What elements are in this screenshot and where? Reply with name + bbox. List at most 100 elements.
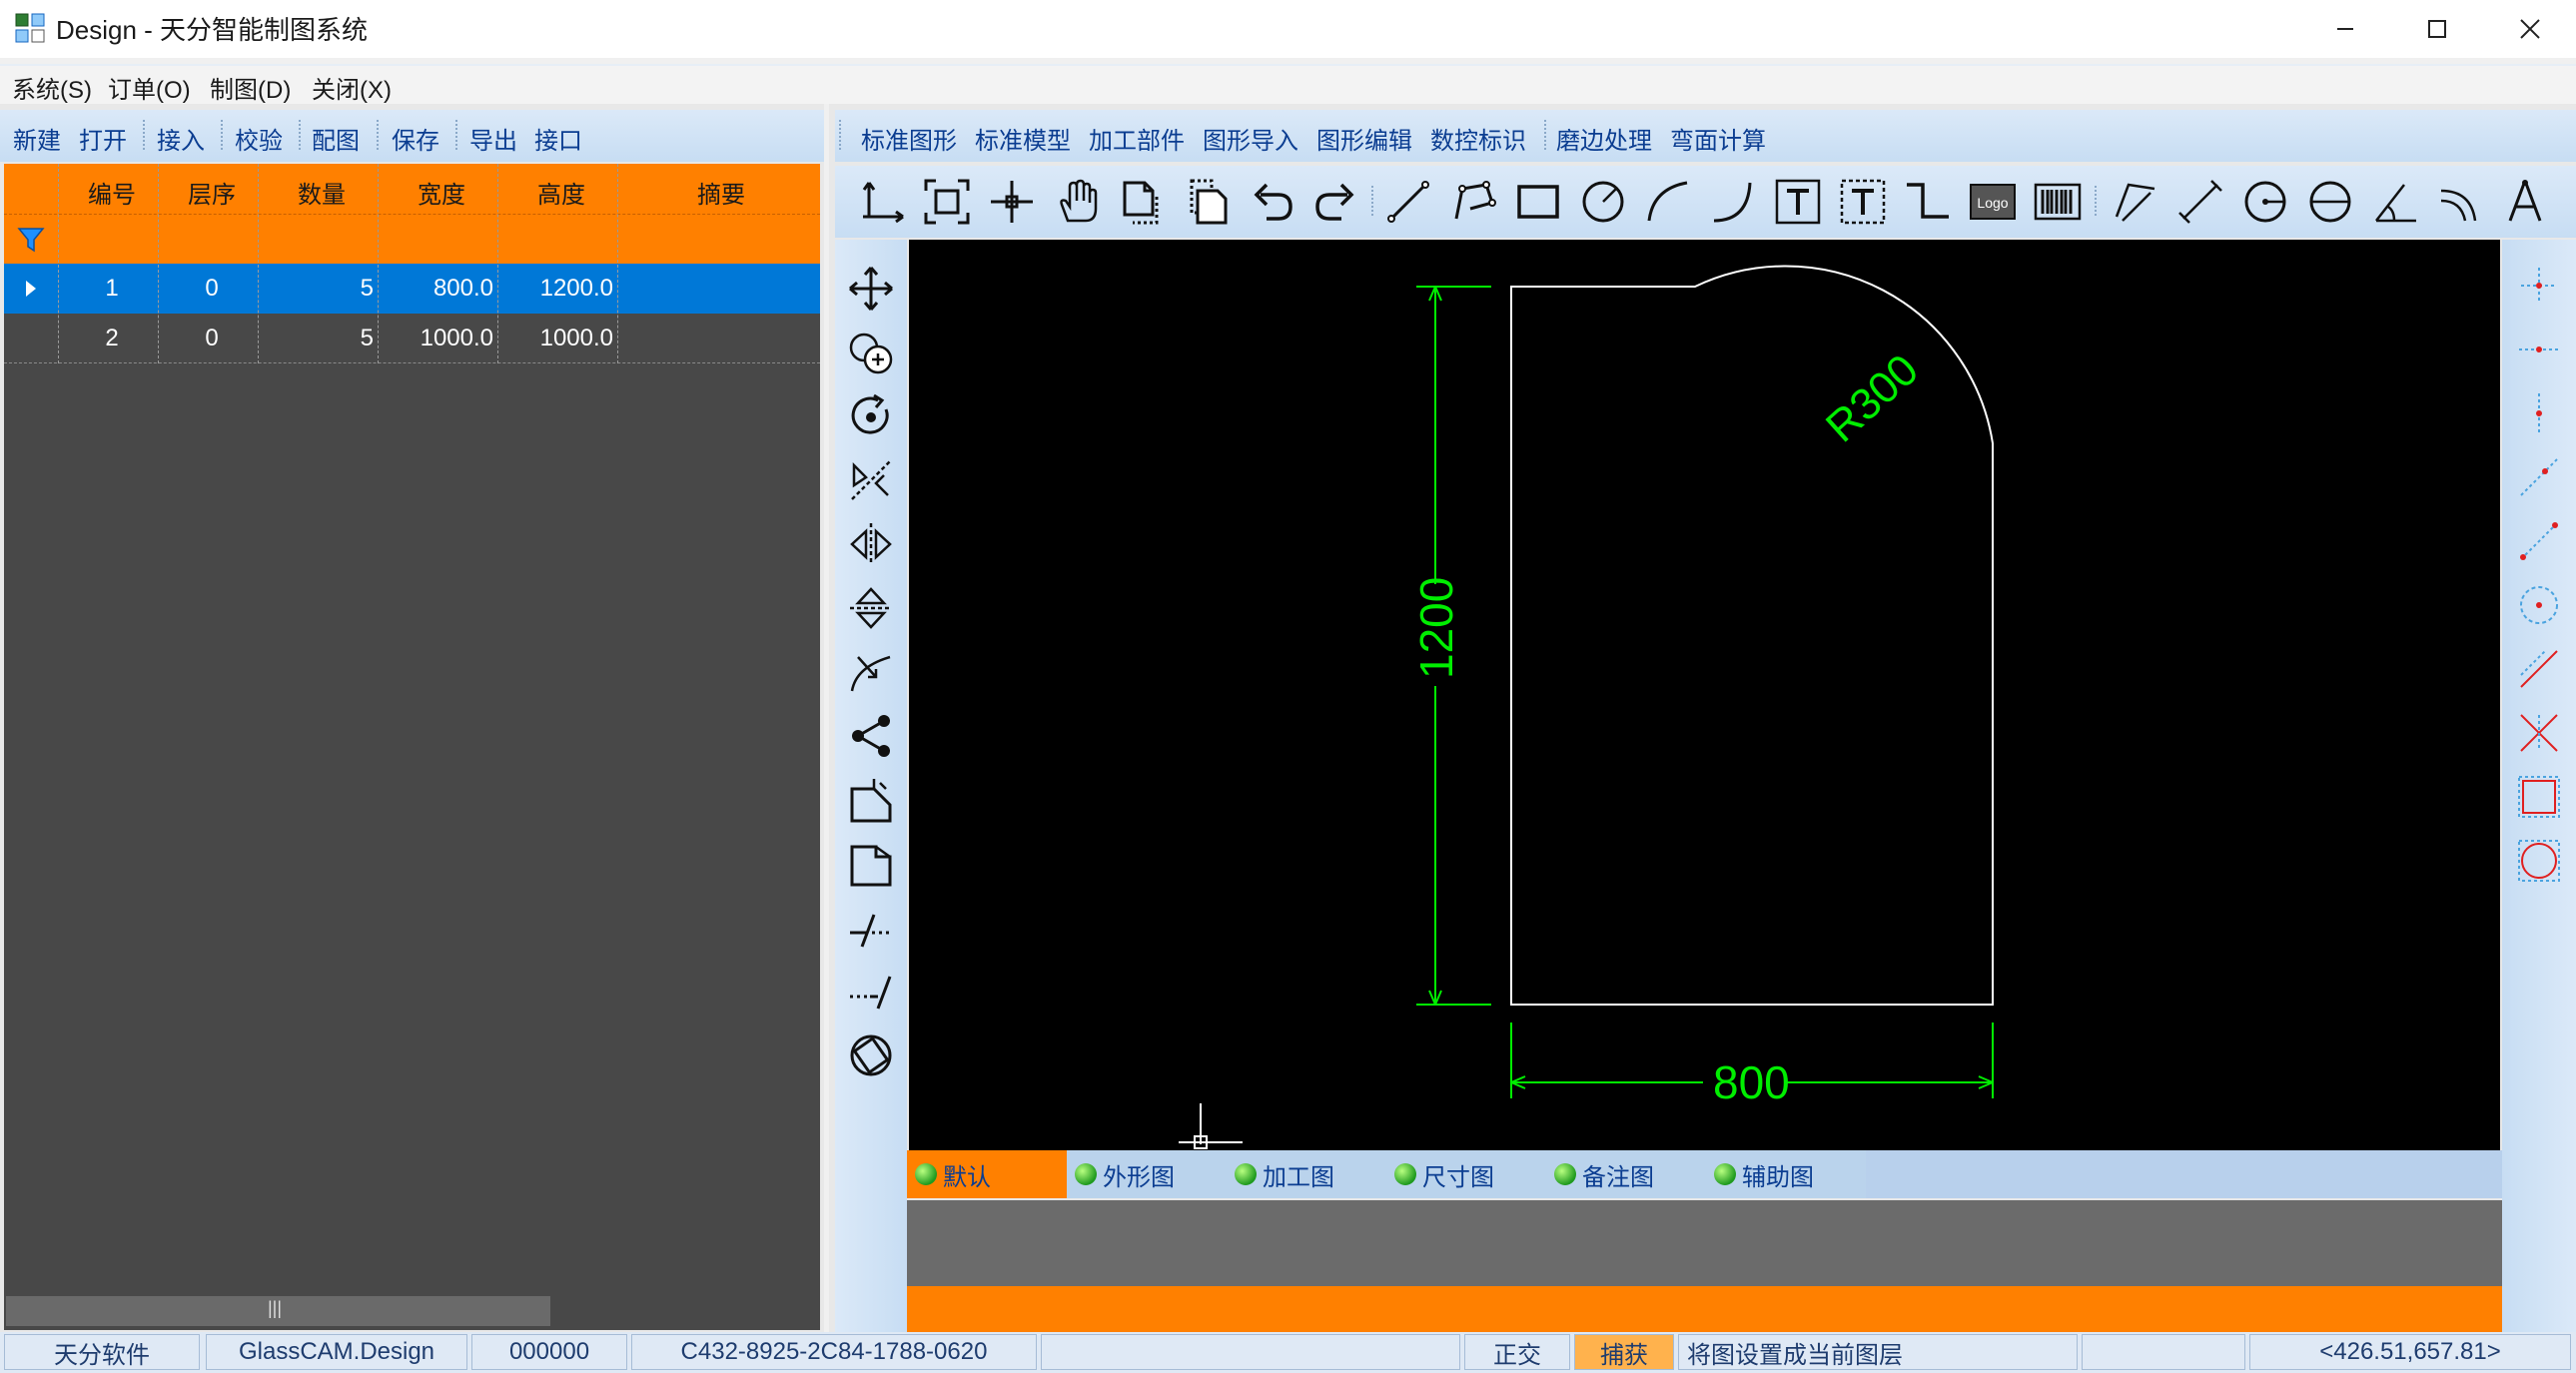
flip-vertical-icon[interactable] xyxy=(842,579,900,637)
minimize-button[interactable] xyxy=(2300,0,2390,58)
zoom-extents-icon[interactable] xyxy=(918,173,976,231)
move-icon[interactable] xyxy=(842,260,900,318)
rectangle-icon[interactable] xyxy=(1509,173,1567,231)
close-button[interactable] xyxy=(2485,0,2575,58)
layer-tab-outline[interactable]: 外形图 xyxy=(1067,1150,1227,1198)
menu-order[interactable]: 订单(O) xyxy=(108,70,191,105)
column-header-width[interactable]: 宽度 xyxy=(382,175,501,210)
column-header-layer[interactable]: 层序 xyxy=(162,175,262,210)
dimension-arc-icon[interactable] xyxy=(2431,173,2489,231)
barcode-icon[interactable] xyxy=(2029,173,2087,231)
snap-nearest-icon[interactable] xyxy=(2513,451,2565,503)
shape-import-button[interactable]: 图形导入 xyxy=(1203,121,1298,156)
rotate-icon[interactable] xyxy=(842,387,900,445)
snap-midpoint-icon[interactable] xyxy=(2513,324,2565,375)
maximize-button[interactable] xyxy=(2392,0,2482,58)
layer-tab-auxiliary[interactable]: 辅助图 xyxy=(1706,1150,1866,1198)
rotate-view-icon[interactable] xyxy=(842,1027,900,1084)
extend-right-icon[interactable] xyxy=(842,963,900,1021)
line-icon[interactable] xyxy=(1379,173,1437,231)
snap-rectangle-icon[interactable] xyxy=(2513,771,2565,823)
pan-hand-icon[interactable] xyxy=(1048,173,1106,231)
snap-toggle[interactable]: 捕获 xyxy=(1574,1334,1674,1370)
polyline-icon[interactable] xyxy=(1444,173,1502,231)
curve-icon[interactable] xyxy=(1704,173,1762,231)
dimension-radius-icon[interactable] xyxy=(2236,173,2294,231)
cell-width: 800.0 xyxy=(432,275,493,302)
column-header-height[interactable]: 高度 xyxy=(501,175,621,210)
copy-icon[interactable] xyxy=(1113,173,1171,231)
standard-models-button[interactable]: 标准模型 xyxy=(975,121,1071,156)
snap-endpoint-icon[interactable] xyxy=(2513,260,2565,312)
redo-icon[interactable] xyxy=(1307,173,1365,231)
layer-tab-notes[interactable]: 备注图 xyxy=(1546,1150,1706,1198)
snap-center-icon[interactable] xyxy=(2513,387,2565,439)
standard-shapes-button[interactable]: 标准图形 xyxy=(861,121,957,156)
layer-tab-default[interactable]: 默认 xyxy=(907,1150,1067,1198)
undo-icon[interactable] xyxy=(1243,173,1300,231)
axis-origin-icon[interactable] xyxy=(853,173,911,231)
arc-icon[interactable] xyxy=(1639,173,1697,231)
paste-icon[interactable] xyxy=(1178,173,1236,231)
crosshair-icon[interactable] xyxy=(983,173,1041,231)
step-line-icon[interactable] xyxy=(1899,173,1957,231)
edit-corner-2-icon[interactable] xyxy=(842,835,900,893)
filter-icon[interactable] xyxy=(16,225,46,255)
layer-label: 备注图 xyxy=(1582,1163,1654,1191)
new-button[interactable]: 新建 xyxy=(13,121,61,156)
dimension-diameter-icon[interactable] xyxy=(2301,173,2359,231)
dimension-angle-icon[interactable] xyxy=(2366,173,2424,231)
toolbar-separator xyxy=(455,120,457,150)
ortho-toggle[interactable]: 正交 xyxy=(1464,1334,1570,1370)
trim-icon[interactable] xyxy=(842,643,900,701)
save-button[interactable]: 保存 xyxy=(392,121,439,156)
snap-perpendicular-icon[interactable] xyxy=(2513,643,2565,695)
verify-button[interactable]: 校验 xyxy=(235,121,283,156)
snap-intersection-icon[interactable] xyxy=(2513,707,2565,759)
dimension-aligned-icon[interactable] xyxy=(2107,173,2164,231)
shape-edit-button[interactable]: 图形编辑 xyxy=(1316,121,1412,156)
mirror-icon[interactable] xyxy=(842,451,900,509)
column-header-summary[interactable]: 摘要 xyxy=(621,175,821,210)
status-company: 天分软件 xyxy=(4,1334,200,1370)
snap-node-icon[interactable] xyxy=(2513,515,2565,567)
edge-grinding-button[interactable]: 磨边处理 xyxy=(1556,121,1652,156)
share-nodes-icon[interactable] xyxy=(842,707,900,765)
menu-close[interactable]: 关闭(X) xyxy=(312,70,392,105)
menu-system[interactable]: 系统(S) xyxy=(12,70,92,105)
cell-id: 1 xyxy=(105,275,119,302)
compass-icon[interactable] xyxy=(2496,173,2554,231)
column-header-qty[interactable]: 数量 xyxy=(262,175,382,210)
copy-circles-icon[interactable] xyxy=(842,324,900,381)
open-button[interactable]: 打开 xyxy=(79,121,127,156)
cell-qty: 5 xyxy=(360,275,374,302)
interface-button[interactable]: 接口 xyxy=(534,121,582,156)
text-icon[interactable] xyxy=(1769,173,1827,231)
minimize-icon xyxy=(2337,28,2353,30)
drawing-canvas[interactable]: R300 1200 800 xyxy=(909,240,2500,1150)
extend-left-icon[interactable] xyxy=(842,899,900,957)
edit-corner-icon[interactable] xyxy=(842,771,900,829)
layer-tab-dimension[interactable]: 尺寸图 xyxy=(1386,1150,1546,1198)
dimension-linear-icon[interactable] xyxy=(2171,173,2229,231)
table-row[interactable]: 2 0 5 1000.0 1000.0 xyxy=(4,314,820,363)
logo-icon[interactable]: Logo xyxy=(1964,173,2022,231)
import-button[interactable]: 接入 xyxy=(157,121,205,156)
modify-tools-toolbar xyxy=(835,240,907,1332)
cnc-marking-button[interactable]: 数控标识 xyxy=(1430,121,1526,156)
snap-circle-icon[interactable] xyxy=(2513,835,2565,887)
processing-parts-button[interactable]: 加工部件 xyxy=(1089,121,1185,156)
table-row[interactable]: 1 0 5 800.0 1200.0 xyxy=(4,264,820,314)
snap-circle-center-icon[interactable] xyxy=(2513,579,2565,631)
horizontal-scrollbar[interactable]: ||| xyxy=(6,1296,550,1326)
circle-icon[interactable] xyxy=(1574,173,1632,231)
layer-tab-processing[interactable]: 加工图 xyxy=(1227,1150,1386,1198)
export-button[interactable]: 导出 xyxy=(469,121,517,156)
column-header-id[interactable]: 编号 xyxy=(62,175,162,210)
flip-horizontal-icon[interactable] xyxy=(842,515,900,573)
match-button[interactable]: 配图 xyxy=(312,121,360,156)
bend-calculation-button[interactable]: 弯面计算 xyxy=(1670,121,1766,156)
menu-draw[interactable]: 制图(D) xyxy=(210,70,291,105)
status-empty xyxy=(1041,1334,1460,1370)
text-box-icon[interactable] xyxy=(1834,173,1892,231)
